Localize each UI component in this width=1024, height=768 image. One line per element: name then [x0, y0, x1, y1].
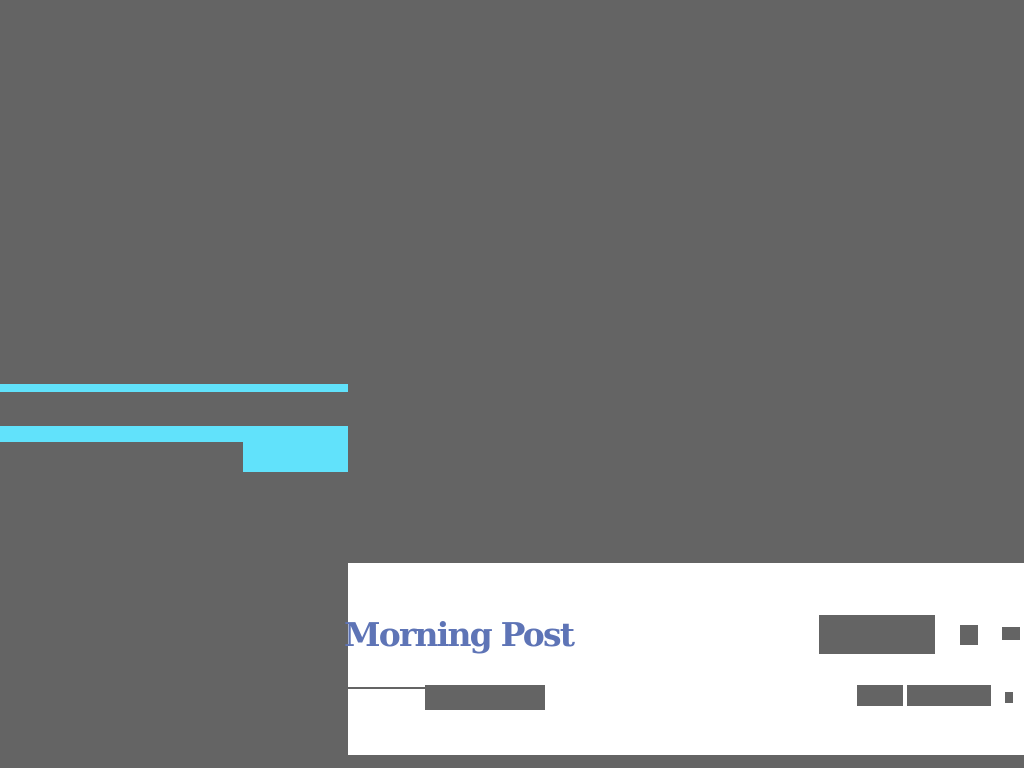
header-icon-square[interactable] — [960, 625, 978, 645]
site-header-panel: Morning Post — [344, 563, 1024, 755]
highlight-bar-top — [0, 384, 348, 392]
nav-placeholder-left-strip — [348, 687, 425, 689]
content-bar-left — [348, 755, 787, 768]
header-icon-small[interactable] — [1002, 627, 1020, 640]
nav-placeholder-right-a[interactable] — [857, 685, 903, 706]
nav-dot-icon[interactable] — [1005, 692, 1013, 703]
nav-placeholder-right-b[interactable] — [907, 685, 991, 706]
masthead-logo[interactable]: Morning Post — [344, 613, 575, 657]
nav-placeholder-left[interactable] — [425, 685, 545, 710]
content-bar-right — [823, 755, 1016, 768]
highlight-block — [243, 442, 348, 472]
highlight-bar-middle — [0, 426, 348, 442]
header-action-button[interactable] — [819, 615, 935, 654]
